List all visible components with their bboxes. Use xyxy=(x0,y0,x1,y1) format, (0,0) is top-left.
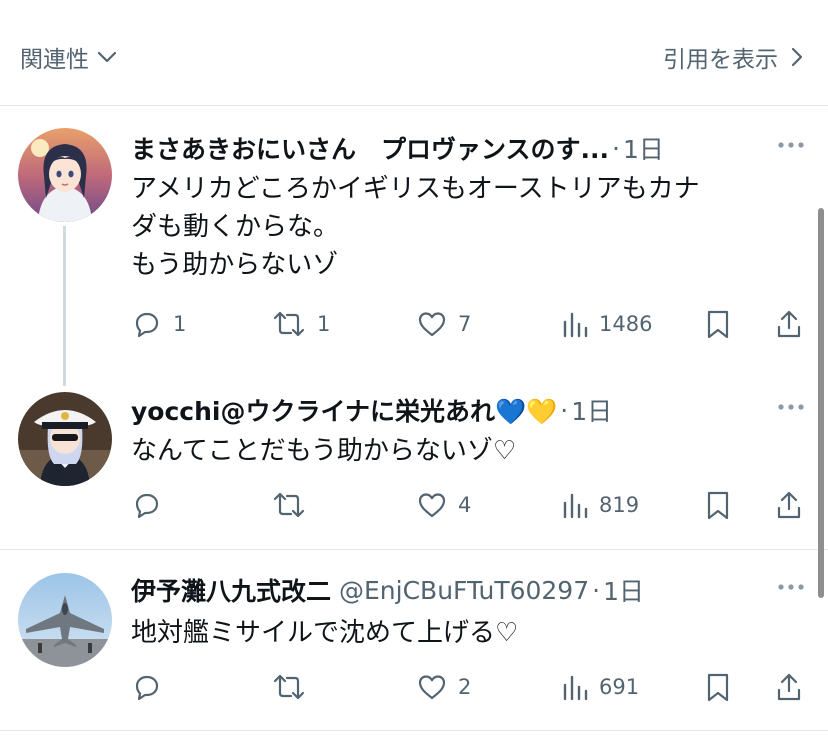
tweet-text-line: なんてことだもう助からないゾ♡ xyxy=(131,436,517,466)
more-icon xyxy=(778,584,804,590)
tweet-text: 地対艦ミサイルで沈めて上げる♡ xyxy=(131,614,798,652)
display-name[interactable]: まさあきおにいさん プロヴァンスのす... xyxy=(131,130,609,166)
retweet-count: 1 xyxy=(317,312,331,336)
like-button[interactable]: 7 xyxy=(416,304,471,344)
display-name[interactable]: 伊予灘八九式改二 xyxy=(131,572,331,608)
avatar[interactable] xyxy=(18,128,112,222)
tweet-text-line: ダも動くからな。 xyxy=(131,212,340,242)
views-button[interactable]: 1486 xyxy=(561,304,652,344)
heart-icon xyxy=(418,675,446,700)
separator-dot: · xyxy=(560,395,569,425)
share-button[interactable] xyxy=(774,485,804,525)
timestamp[interactable]: 1日 xyxy=(571,392,612,428)
retweet-icon xyxy=(273,492,305,518)
chevron-right-icon xyxy=(791,47,803,67)
retweet-button[interactable] xyxy=(271,667,317,707)
tweet[interactable]: まさあきおにいさん プロヴァンスのす... · 1日 アメリカどころかイギリスも… xyxy=(0,106,828,386)
avatar[interactable] xyxy=(18,392,112,486)
tweet-text: アメリカどころかイギリスもオーストリアもカナ ダも動くからな。 もう助からないゾ xyxy=(131,170,798,284)
retweet-icon xyxy=(273,674,305,700)
bookmark-icon xyxy=(707,491,729,520)
like-count: 4 xyxy=(458,493,472,517)
share-button[interactable] xyxy=(774,304,804,344)
bookmark-button[interactable] xyxy=(703,304,733,344)
more-button[interactable] xyxy=(776,130,806,160)
bookmark-icon xyxy=(707,673,729,702)
views-count: 691 xyxy=(599,675,640,699)
tweet-header: まさあきおにいさん プロヴァンスのす... · 1日 xyxy=(131,130,758,166)
separator-dot: · xyxy=(592,575,601,605)
retweet-button[interactable] xyxy=(271,485,317,525)
avatar[interactable] xyxy=(18,573,112,667)
tweet[interactable]: yocchi@ウクライナに栄光あれ💙💛 · 1日 なんてことだもう助からないゾ♡… xyxy=(0,386,828,549)
scrollbar[interactable] xyxy=(818,208,824,598)
bookmark-button[interactable] xyxy=(703,485,733,525)
views-icon xyxy=(563,675,588,701)
tweet-text: なんてことだもう助からないゾ♡ xyxy=(131,432,798,470)
tweet-text-line: 地対艦ミサイルで沈めて上げる♡ xyxy=(131,618,519,648)
more-button[interactable] xyxy=(776,392,806,422)
tweet-actions: 1 1 7 1486 xyxy=(131,304,808,344)
bookmark-icon xyxy=(707,310,729,339)
chevron-down-icon xyxy=(97,51,117,63)
share-button[interactable] xyxy=(774,667,804,707)
more-icon xyxy=(778,404,804,410)
sort-button[interactable]: 関連性 xyxy=(20,40,119,74)
retweet-icon xyxy=(273,311,305,337)
view-quotes-button[interactable]: 引用を表示 xyxy=(663,40,806,74)
views-icon xyxy=(563,493,588,519)
views-button[interactable]: 691 xyxy=(561,667,639,707)
reply-icon xyxy=(135,493,159,519)
retweet-button[interactable]: 1 xyxy=(271,304,330,344)
view-quotes-label: 引用を表示 xyxy=(663,47,778,73)
tweet[interactable]: 伊予灘八九式改二 @EnjCBuFTuT60297 · 1日 地対艦ミサイルで沈… xyxy=(0,550,828,730)
tweet-text-line: もう助からないゾ xyxy=(131,250,339,280)
timestamp[interactable]: 1日 xyxy=(603,572,644,608)
tweet-header: yocchi@ウクライナに栄光あれ💙💛 · 1日 xyxy=(131,392,758,428)
heart-icon xyxy=(418,312,446,337)
tweet-actions: 4 819 xyxy=(131,485,808,525)
tweet-divider xyxy=(0,730,828,731)
reply-button[interactable] xyxy=(131,667,173,707)
timestamp[interactable]: 1日 xyxy=(623,130,664,166)
like-button[interactable]: 2 xyxy=(416,667,471,707)
sort-label: 関連性 xyxy=(20,47,89,73)
tweet-header: 伊予灘八九式改二 @EnjCBuFTuT60297 · 1日 xyxy=(131,572,758,608)
replies-header: 関連性 引用を表示 xyxy=(0,0,828,106)
more-button[interactable] xyxy=(776,572,806,602)
heart-icon xyxy=(418,493,446,518)
more-icon xyxy=(778,142,804,148)
like-button[interactable]: 4 xyxy=(416,485,471,525)
reply-button[interactable] xyxy=(131,485,173,525)
bookmark-button[interactable] xyxy=(703,667,733,707)
share-icon xyxy=(777,673,801,701)
tweet-text-line: アメリカどころかイギリスもオーストリアもカナ xyxy=(131,174,700,204)
views-button[interactable]: 819 xyxy=(561,485,639,525)
like-count: 2 xyxy=(458,675,472,699)
tweet-actions: 2 691 xyxy=(131,667,808,707)
separator-dot: · xyxy=(612,133,620,163)
like-count: 7 xyxy=(458,312,472,336)
share-icon xyxy=(777,491,801,519)
reply-button[interactable]: 1 xyxy=(131,304,186,344)
views-count: 819 xyxy=(599,493,640,517)
reply-icon xyxy=(135,312,159,338)
user-handle[interactable]: @EnjCBuFTuT60297 xyxy=(339,576,589,605)
reply-count: 1 xyxy=(173,312,187,336)
share-icon xyxy=(777,310,801,338)
views-icon xyxy=(563,312,588,338)
thread-line xyxy=(63,226,66,386)
views-count: 1486 xyxy=(599,312,653,336)
reply-icon xyxy=(135,675,159,701)
display-name[interactable]: yocchi@ウクライナに栄光あれ💙💛 xyxy=(131,392,557,428)
